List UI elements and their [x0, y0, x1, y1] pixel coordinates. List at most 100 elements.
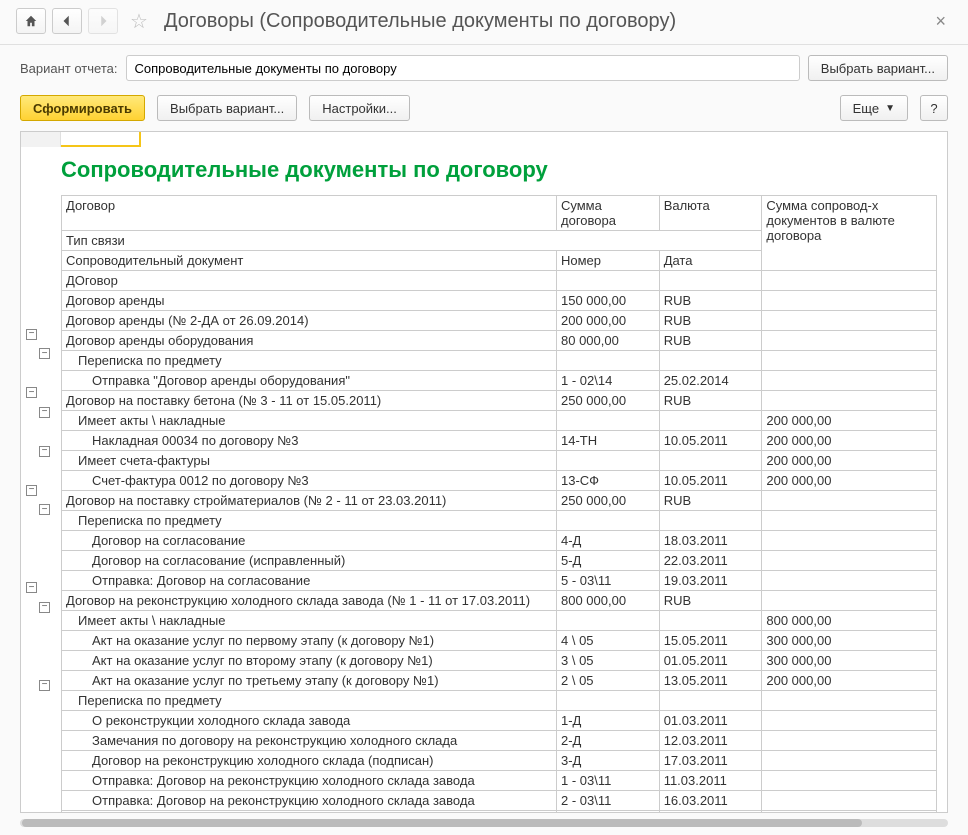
table-row[interactable]: О реконструкции холодного склада завода1… — [62, 711, 937, 731]
table-row[interactable]: Отправка: Договор на реконструкцию холод… — [62, 811, 937, 814]
more-button[interactable]: Еще ▼ — [840, 95, 908, 121]
table-row[interactable]: Акт на оказание услуг по третьему этапу … — [62, 671, 937, 691]
table-row[interactable]: Замечания по договору на реконструкцию х… — [62, 731, 937, 751]
cell-col1: 250 000,00 — [557, 491, 660, 511]
table-row[interactable]: Договор аренды оборудования80 000,00RUB — [62, 331, 937, 351]
cell-name: Имеет акты \ накладные — [62, 411, 557, 431]
table-row[interactable]: Договор на реконструкцию холодного склад… — [62, 591, 937, 611]
back-button[interactable] — [52, 8, 82, 34]
cell-col2: 17.03.2011 — [659, 751, 762, 771]
home-icon — [24, 14, 38, 28]
close-button[interactable]: × — [929, 11, 952, 32]
cell-col1: 800 000,00 — [557, 591, 660, 611]
scrollbar-thumb[interactable] — [22, 819, 862, 827]
cell-col1: 3 \ 05 — [557, 651, 660, 671]
cell-col3 — [762, 751, 937, 771]
forward-button[interactable] — [88, 8, 118, 34]
tree-collapse-toggle[interactable]: − — [39, 602, 50, 613]
table-row[interactable]: ДОговор — [62, 271, 937, 291]
window-title: Договоры (Сопроводительные документы по … — [160, 10, 922, 33]
col-date: Дата — [659, 251, 762, 271]
table-row[interactable]: Имеет счета-фактуры200 000,00 — [62, 451, 937, 471]
arrow-right-icon — [96, 14, 110, 28]
cell-col2: 13.05.2011 — [659, 671, 762, 691]
table-row[interactable]: Акт на оказание услуг по второму этапу (… — [62, 651, 937, 671]
cell-name: Отправка: Договор на реконструкцию холод… — [62, 771, 557, 791]
cell-col1: 1 - 02\14 — [557, 371, 660, 391]
cell-name: Акт на оказание услуг по третьему этапу … — [62, 671, 557, 691]
cell-name: Акт на оказание услуг по первому этапу (… — [62, 631, 557, 651]
table-row[interactable]: Договор на согласование4-Д18.03.2011 — [62, 531, 937, 551]
cell-col1 — [557, 451, 660, 471]
table-row[interactable]: Договор аренды (№ 2-ДА от 26.09.2014)200… — [62, 311, 937, 331]
table-row[interactable]: Отправка "Договор аренды оборудования"1 … — [62, 371, 937, 391]
tree-collapse-toggle[interactable]: − — [26, 387, 37, 398]
table-row[interactable]: Акт на оказание услуг по первому этапу (… — [62, 631, 937, 651]
cell-col2: RUB — [659, 291, 762, 311]
table-row[interactable]: Переписка по предмету — [62, 511, 937, 531]
cell-col2: RUB — [659, 591, 762, 611]
cell-col2: RUB — [659, 391, 762, 411]
cell-col1: 80 000,00 — [557, 331, 660, 351]
cell-name: Накладная 00034 по договору №3 — [62, 431, 557, 451]
tree-collapse-toggle[interactable]: − — [39, 348, 50, 359]
table-row[interactable]: Договор аренды150 000,00RUB — [62, 291, 937, 311]
col-link-type: Тип связи — [62, 231, 762, 251]
cell-col1: 3-Д — [557, 751, 660, 771]
cell-col2: RUB — [659, 331, 762, 351]
cell-col1: 150 000,00 — [557, 291, 660, 311]
cell-name: Отправка: Договор на реконструкцию холод… — [62, 811, 557, 814]
table-row[interactable]: Отправка: Договор на реконструкцию холод… — [62, 771, 937, 791]
cell-col2 — [659, 691, 762, 711]
cell-col1: 1-Д — [557, 711, 660, 731]
variant-input[interactable] — [126, 55, 800, 81]
tree-collapse-toggle[interactable]: − — [39, 446, 50, 457]
cell-col2 — [659, 271, 762, 291]
table-row[interactable]: Отправка: Договор на реконструкцию холод… — [62, 791, 937, 811]
cell-col2: 10.05.2011 — [659, 471, 762, 491]
table-row[interactable]: Накладная 00034 по договору №314-ТН10.05… — [62, 431, 937, 451]
toolbar: Сформировать Выбрать вариант... Настройк… — [0, 91, 968, 131]
table-row[interactable]: Имеет акты \ накладные200 000,00 — [62, 411, 937, 431]
home-button[interactable] — [16, 8, 46, 34]
table-row[interactable]: Договор на согласование (исправленный)5-… — [62, 551, 937, 571]
cell-col2: RUB — [659, 311, 762, 331]
cell-name: Переписка по предмету — [62, 511, 557, 531]
cell-col2: 11.03.2011 — [659, 771, 762, 791]
tree-collapse-toggle[interactable]: − — [39, 407, 50, 418]
cell-col3 — [762, 311, 937, 331]
tree-collapse-toggle[interactable]: − — [26, 485, 37, 496]
tree-collapse-toggle[interactable]: − — [39, 680, 50, 691]
table-row[interactable]: Переписка по предмету — [62, 691, 937, 711]
cell-col2 — [659, 351, 762, 371]
select-variant-button[interactable]: Выбрать вариант... — [157, 95, 297, 121]
form-button[interactable]: Сформировать — [20, 95, 145, 121]
tree-collapse-toggle[interactable]: − — [26, 329, 37, 340]
cell-col1: 5 - 03\11 — [557, 571, 660, 591]
favorite-star-icon[interactable]: ☆ — [126, 9, 152, 34]
table-row[interactable]: Договор на поставку бетона (№ 3 - 11 от … — [62, 391, 937, 411]
table-row[interactable]: Договор на поставку стройматериалов (№ 2… — [62, 491, 937, 511]
cell-name: Договор на согласование — [62, 531, 557, 551]
col-contract: Договор — [62, 196, 557, 231]
tree-collapse-toggle[interactable]: − — [26, 582, 37, 593]
arrow-left-icon — [60, 14, 74, 28]
table-row[interactable]: Переписка по предмету — [62, 351, 937, 371]
cell-name: Договор аренды — [62, 291, 557, 311]
select-variant-button-top[interactable]: Выбрать вариант... — [808, 55, 948, 81]
cell-col1 — [557, 411, 660, 431]
report-area: Сопроводительные документы по договору Д… — [20, 131, 948, 813]
table-row[interactable]: Отправка: Договор на согласование5 - 03\… — [62, 571, 937, 591]
cell-col3 — [762, 771, 937, 791]
settings-button[interactable]: Настройки... — [309, 95, 410, 121]
help-button[interactable]: ? — [920, 95, 948, 121]
cell-col3 — [762, 691, 937, 711]
tree-collapse-toggle[interactable]: − — [39, 504, 50, 515]
table-row[interactable]: Договор на реконструкцию холодного склад… — [62, 751, 937, 771]
horizontal-scrollbar[interactable] — [20, 819, 948, 827]
cell-col1: 1 - 03\11 — [557, 771, 660, 791]
cell-col2 — [659, 511, 762, 531]
table-row[interactable]: Имеет акты \ накладные800 000,00 — [62, 611, 937, 631]
cell-col3 — [762, 531, 937, 551]
table-row[interactable]: Счет-фактура 0012 по договору №313-СФ10.… — [62, 471, 937, 491]
